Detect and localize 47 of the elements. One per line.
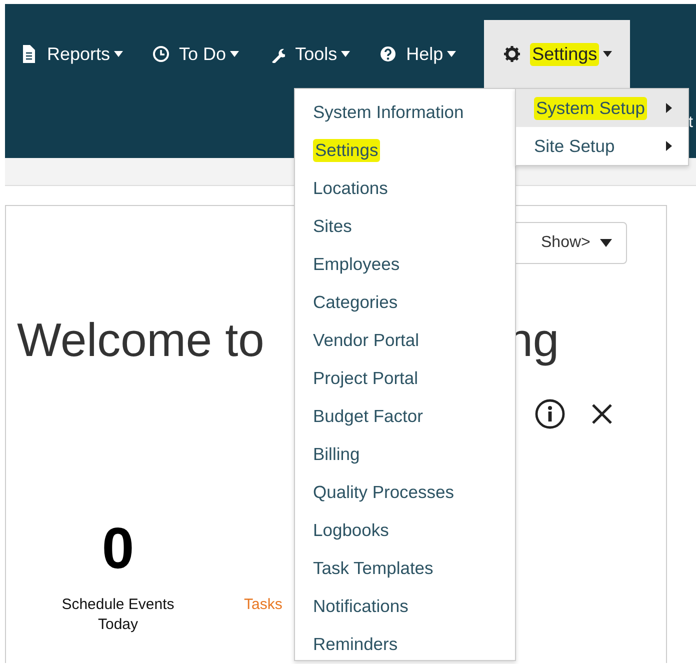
submenu-label: System Setup [534, 96, 647, 120]
submenu-item[interactable]: Site Setup [516, 127, 688, 165]
menu-item[interactable]: Billing [313, 444, 360, 464]
settings-icon [504, 45, 520, 63]
nav-menu-item[interactable]: To Do [140, 20, 256, 88]
menu-item[interactable]: Budget Factor [313, 406, 423, 426]
welcome-heading: Welcome to [17, 312, 264, 368]
document-icon [21, 45, 37, 63]
nav-menu-item[interactable]: Reports [9, 20, 140, 88]
caret-icon [600, 239, 612, 247]
submenu-label: Site Setup [534, 136, 615, 156]
menu-item[interactable]: Project Portal [313, 368, 418, 388]
menu-item[interactable]: Settings [313, 138, 380, 162]
menu-item[interactable]: Locations [313, 178, 388, 198]
nav-menu-item[interactable]: Help [367, 20, 474, 88]
submenu-arrow-icon [666, 141, 672, 151]
nav-label: Help [406, 44, 444, 64]
caret-icon [341, 51, 350, 57]
nav-label: Reports [47, 44, 110, 64]
info-icon[interactable] [535, 399, 565, 429]
menu-item[interactable]: Vendor Portal [313, 330, 420, 350]
caret-icon [230, 51, 240, 57]
caret-icon [447, 51, 456, 57]
submenu-item[interactable]: System Setup [516, 89, 688, 127]
menu-item[interactable]: Logbooks [313, 520, 389, 540]
caret-icon [603, 51, 612, 57]
caret-icon [114, 51, 124, 57]
menu-item[interactable]: Notifications [313, 596, 408, 616]
nav-label: Settings [530, 42, 600, 66]
close-icon[interactable] [591, 403, 613, 425]
help-icon [380, 45, 396, 63]
menu-item[interactable]: Sites [313, 216, 352, 236]
menu-item[interactable]: Quality Processes [313, 482, 454, 502]
nav-menu-item[interactable]: Settings [484, 20, 630, 88]
nav-text-fragment: t [688, 114, 693, 132]
stat-value: 0 [100, 519, 136, 579]
submenu-arrow-icon [666, 103, 672, 113]
nav-label: Tools [295, 44, 338, 64]
nav-menu-item[interactable]: Tools [256, 20, 368, 88]
stat-label: Schedule Events Today [60, 595, 176, 635]
menu-item[interactable]: Task Templates [313, 558, 434, 578]
menu-item[interactable]: System Information [313, 102, 464, 122]
clock-icon [153, 45, 170, 63]
menu-item[interactable]: Categories [313, 292, 398, 312]
menu-item[interactable]: Reminders [313, 634, 398, 654]
menu-item[interactable]: Employees [313, 254, 400, 274]
nav-label: To Do [179, 44, 226, 64]
